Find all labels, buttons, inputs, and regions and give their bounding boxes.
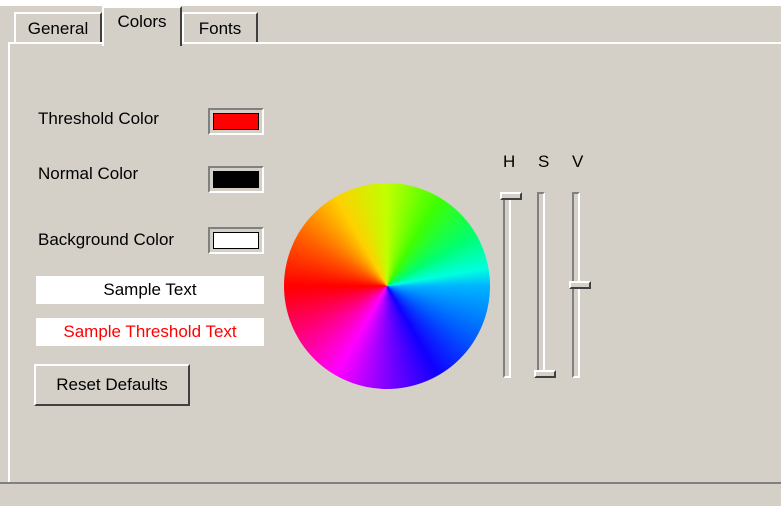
hue-label: H (503, 152, 516, 171)
threshold-color-label: Threshold Color (38, 109, 159, 128)
hue-slider-thumb[interactable] (500, 192, 522, 200)
threshold-color-swatch (213, 113, 259, 130)
color-wheel[interactable] (284, 183, 490, 389)
normal-color-label: Normal Color (38, 164, 139, 183)
saturation-label: S (538, 152, 550, 171)
tab-colors[interactable]: Colors (102, 6, 182, 46)
tab-strip: General Colors Fonts (0, 6, 781, 46)
sample-text-preview: Sample Text (36, 276, 264, 304)
saturation-slider-thumb[interactable] (534, 370, 556, 378)
saturation-slider-track[interactable] (537, 192, 545, 378)
threshold-color-button[interactable] (208, 108, 264, 135)
normal-color-swatch (213, 171, 259, 188)
normal-color-button[interactable] (208, 166, 264, 193)
value-label: V (572, 152, 584, 171)
reset-defaults-button[interactable]: Reset Defaults (34, 364, 190, 406)
sample-threshold-text-preview: Sample Threshold Text (36, 318, 264, 346)
value-slider-thumb[interactable] (569, 281, 591, 289)
background-color-button[interactable] (208, 227, 264, 254)
background-color-label: Background Color (38, 230, 175, 249)
hue-slider-track[interactable] (503, 192, 511, 378)
tab-general[interactable]: General (14, 12, 102, 44)
background-color-swatch (213, 232, 259, 249)
window-bottom-edge (0, 482, 781, 484)
tab-fonts[interactable]: Fonts (182, 12, 258, 44)
